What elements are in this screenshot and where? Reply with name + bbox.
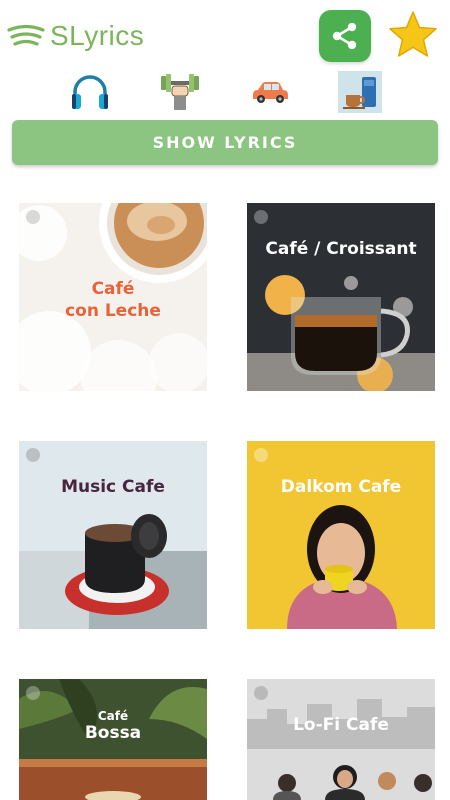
playlist-title: Dalkom Cafe [280,477,402,497]
app-logo: SLyrics [6,20,144,52]
playlist-artwork [19,441,207,629]
spotify-wave-icon [7,24,45,46]
favorite-button[interactable] [386,8,440,62]
spotify-badge-icon [26,448,40,462]
mood-drive-button[interactable] [248,70,292,114]
playlist-title-line: con Leche [65,301,161,321]
mood-workout-button[interactable] [158,70,202,114]
star-icon [389,11,437,57]
playlist-tile[interactable]: Café / Croissant [247,203,435,391]
spotify-badge-icon [26,210,40,224]
car-icon [253,82,288,103]
coffee-icon [338,71,382,113]
mood-music-button[interactable] [68,70,112,114]
spotify-badge-icon [254,448,268,462]
show-lyrics-button[interactable]: SHOW LYRICS [12,120,438,165]
playlist-title: Café con Leche [19,278,207,322]
playlist-tile[interactable]: Dalkom Cafe [247,441,435,629]
share-icon [332,22,357,50]
app-title: SLyrics [50,20,145,51]
spotify-badge-icon [254,686,268,700]
playlist-tile[interactable]: Lo-Fi Cafe [247,679,435,800]
app-header: SLyrics [0,0,450,70]
dumbbell-icon [161,74,199,110]
playlist-tile[interactable]: Café Bossa [19,679,207,800]
mood-selector [0,70,450,114]
playlist-tile[interactable]: Music Cafe [19,441,207,629]
playlist-tile[interactable]: Café con Leche [19,203,207,391]
mood-coffee-button[interactable] [338,70,382,114]
playlist-title-line: Café [97,709,129,723]
share-button[interactable] [319,10,371,62]
playlist-artwork [247,203,435,391]
playlist-artwork [247,679,435,800]
playlist-title: Music Cafe [61,477,165,497]
spotify-badge-icon [26,686,40,700]
spotify-badge-icon [254,210,268,224]
playlist-title-line: Café [91,279,135,299]
headphones-icon [72,75,108,109]
playlist-title: Café / Croissant [265,239,417,259]
playlist-title: Lo-Fi Cafe [293,715,389,735]
playlist-artwork [247,441,435,629]
playlist-title: Café Bossa [19,709,207,743]
playlist-title-line: Bossa [84,723,142,743]
